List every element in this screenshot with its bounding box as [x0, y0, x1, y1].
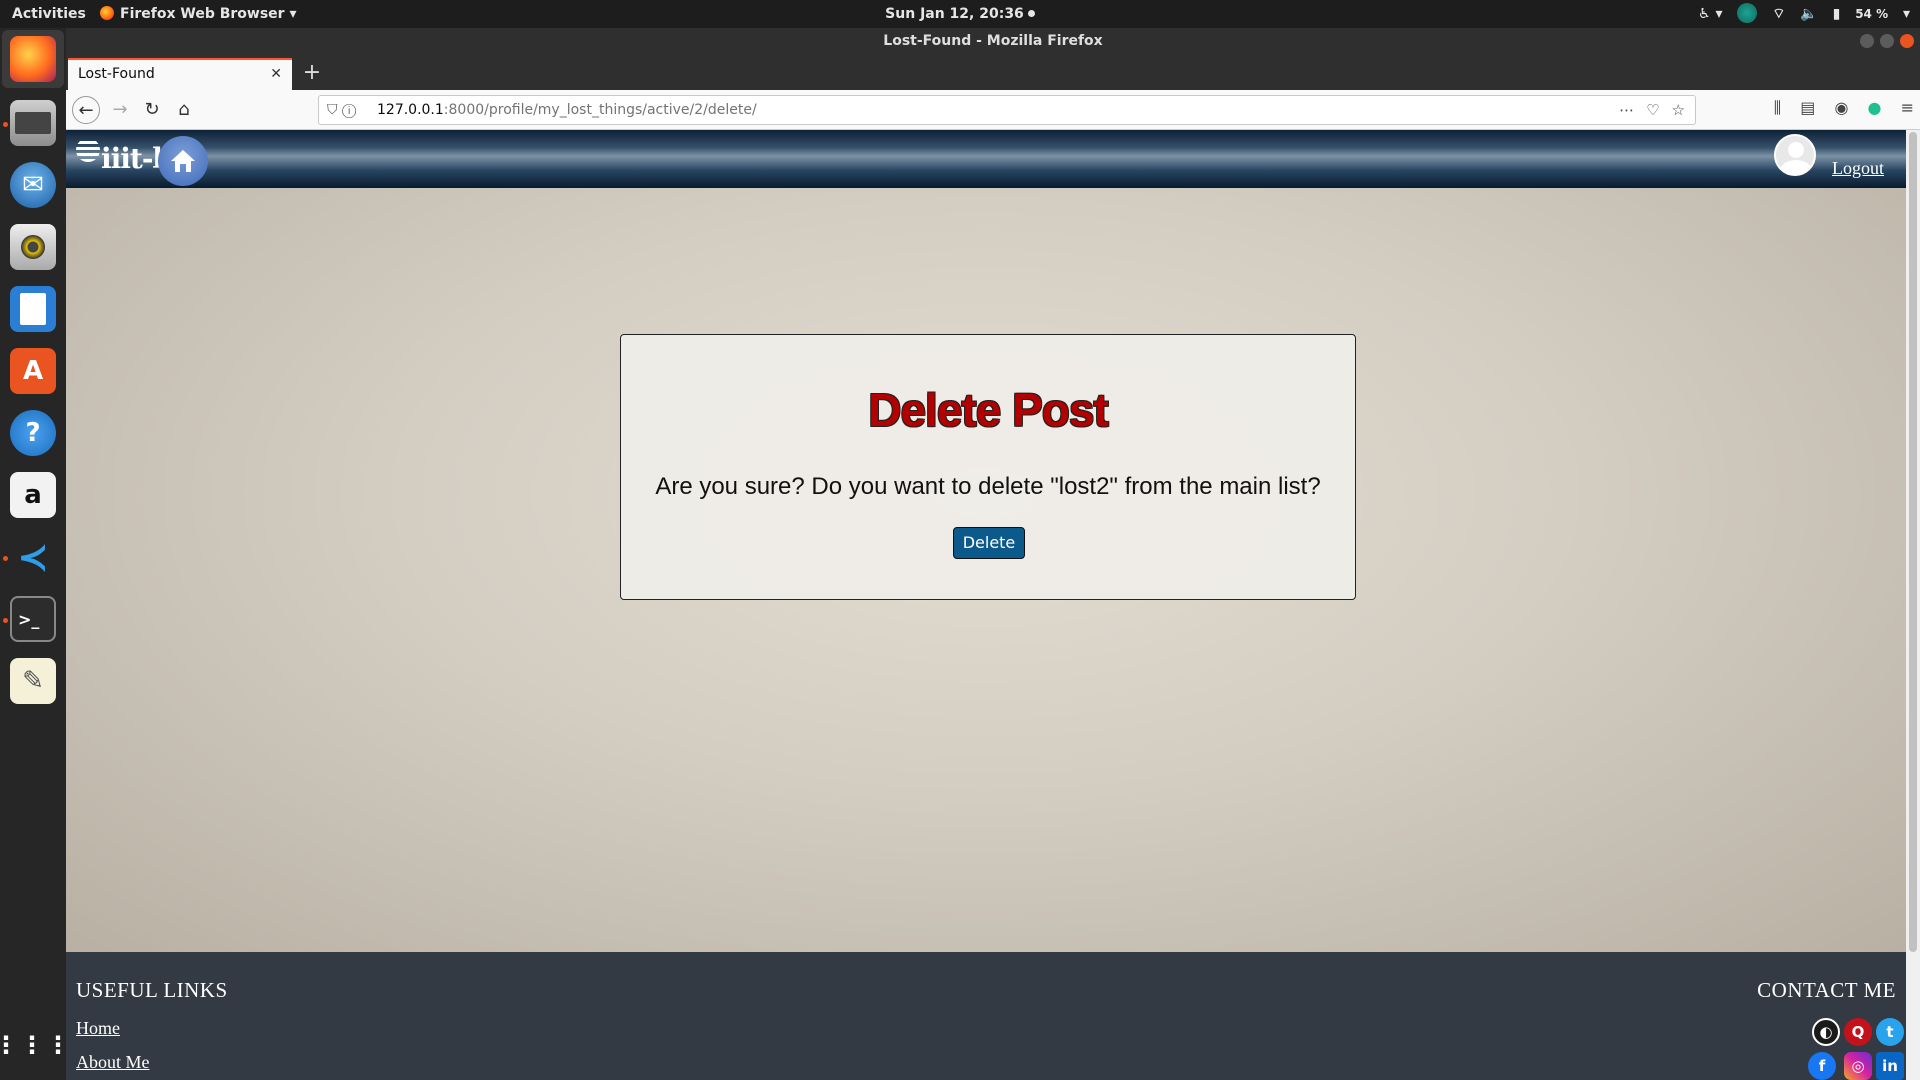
reload-button[interactable]: ↻ [138, 96, 166, 124]
battery-icon[interactable]: ▮ [1833, 0, 1841, 28]
system-menu-chevron-icon[interactable]: ▾ [1903, 0, 1910, 28]
site-header: iiit-b Logout [66, 130, 1906, 188]
wifi-icon[interactable]: ⌔ [1772, 0, 1785, 28]
footer-home-link[interactable]: Home [76, 1018, 120, 1039]
bookmark-star-icon[interactable]: ☆ [1672, 101, 1685, 119]
twitter-icon[interactable]: t [1876, 1018, 1904, 1046]
logo-globe-icon [76, 138, 100, 162]
site-info-icon[interactable]: ⓘ [342, 102, 356, 118]
tab-lost-found[interactable]: Lost-Found ✕ [68, 58, 292, 90]
running-indicator [3, 122, 8, 127]
app-grid-icon[interactable]: ⋮⋮⋮ [0, 1022, 70, 1068]
system-tray[interactable]: ♿ ▾ ⌔ 🔈 ▮ 54 % ▾ [1688, 0, 1910, 28]
amazon-icon[interactable]: a [10, 472, 56, 518]
home-button[interactable]: ⌂ [170, 96, 198, 124]
terminal-icon[interactable]: >_ [10, 596, 56, 642]
page-viewport: iiit-b Logout Delete Post Are you sure? … [66, 130, 1906, 1080]
delete-confirm-card: Delete Post Are you sure? Do you want to… [620, 334, 1356, 600]
software-icon[interactable]: A [10, 348, 56, 394]
account-icon[interactable]: ◉ [1834, 98, 1848, 117]
running-indicator [3, 556, 8, 561]
page-title: Delete Post [868, 384, 1109, 436]
firefox-window: Lost-Found - Mozilla Firefox Lost-Found … [66, 28, 1920, 1080]
library-icon[interactable]: ⫼ [1774, 98, 1781, 117]
home-nav-button[interactable] [158, 136, 208, 186]
github-icon[interactable]: ◐ [1812, 1018, 1840, 1046]
delete-button[interactable]: Delete [953, 527, 1025, 559]
url-bar[interactable]: ⛉ ⓘ 127.0.0.1:8000/profile/my_lost_thing… [318, 95, 1696, 125]
firefox-icon[interactable] [10, 36, 56, 82]
files-icon[interactable] [10, 100, 56, 146]
tracking-shield-icon[interactable]: ⛉ [327, 102, 338, 118]
rhythmbox-icon[interactable] [10, 224, 56, 270]
thunderbird-icon[interactable]: ✉ [10, 162, 56, 208]
window-title: Lost-Found - Mozilla Firefox [883, 33, 1103, 49]
close-tab-icon[interactable]: ✕ [270, 60, 282, 88]
main-content: Delete Post Are you sure? Do you want to… [66, 188, 1906, 952]
footer-about-link[interactable]: About Me [76, 1052, 150, 1073]
avatar-head [1788, 142, 1804, 158]
menu-icon[interactable]: ≡ [1901, 98, 1914, 117]
pocket-icon[interactable]: ♡ [1646, 101, 1659, 119]
contact-heading: CONTACT ME [1757, 978, 1896, 1002]
avatar-body [1780, 160, 1812, 174]
useful-links-heading: USEFUL LINKS [76, 978, 228, 1002]
window-titlebar: Lost-Found - Mozilla Firefox [66, 28, 1920, 56]
running-indicator [3, 618, 8, 623]
dock: ✉ A ? a ≺ >_ ✎ ⋮⋮⋮ [0, 28, 70, 1080]
confirm-question: Are you sure? Do you want to delete "los… [655, 473, 1321, 500]
accessibility-icon[interactable]: ♿ ▾ [1698, 0, 1722, 28]
battery-percent: 54 % [1855, 7, 1889, 21]
scrollbar[interactable] [1906, 130, 1920, 1080]
linkedin-icon[interactable]: in [1876, 1052, 1904, 1080]
logout-link[interactable]: Logout [1832, 158, 1884, 179]
avatar[interactable] [1774, 134, 1816, 176]
maximize-icon[interactable] [1880, 34, 1894, 48]
clock-label: Sun Jan 12, 20:36 [885, 6, 1024, 22]
tab-title: Lost-Found [78, 66, 155, 82]
grammarly-icon[interactable]: ● [1868, 98, 1882, 117]
volume-icon[interactable]: 🔈 [1800, 0, 1817, 28]
system-top-bar: Activities Firefox Web Browser ▾ Sun Jan… [0, 0, 1920, 28]
help-icon[interactable]: ? [10, 410, 56, 456]
navigation-toolbar: ← → ↻ ⌂ ⛉ ⓘ 127.0.0.1:8000/profile/my_lo… [66, 90, 1920, 130]
quora-icon[interactable]: Q [1844, 1018, 1872, 1046]
sidebar-icon[interactable]: ▤ [1800, 98, 1815, 117]
page-actions-icon[interactable]: ⋯ [1619, 101, 1634, 119]
text-editor-icon[interactable]: ✎ [10, 658, 56, 704]
forward-button[interactable]: → [106, 96, 134, 124]
site-footer: USEFUL LINKS Home About Me CONTACT ME ◐ … [66, 952, 1906, 1080]
url-host: 127.0.0.1 [377, 102, 444, 118]
instagram-icon[interactable]: ◎ [1844, 1052, 1872, 1080]
url-path: :8000/profile/my_lost_things/active/2/de… [443, 102, 757, 118]
notification-dot-icon [1027, 10, 1035, 17]
tab-bar: Lost-Found ✕ + [66, 56, 1920, 90]
scrollbar-thumb[interactable] [1909, 132, 1917, 952]
facebook-icon[interactable]: f [1808, 1052, 1836, 1080]
back-button[interactable]: ← [72, 96, 100, 124]
vscode-icon[interactable]: ≺ [10, 534, 56, 580]
minimize-icon[interactable] [1860, 34, 1874, 48]
writer-icon[interactable] [10, 286, 56, 332]
app-indicator-icon[interactable] [1737, 3, 1758, 23]
close-window-icon[interactable] [1900, 34, 1914, 48]
site-logo[interactable]: iiit-b [76, 138, 172, 175]
house-icon [171, 150, 195, 172]
clock[interactable]: Sun Jan 12, 20:36 [0, 0, 1920, 28]
new-tab-button[interactable]: + [298, 58, 326, 88]
